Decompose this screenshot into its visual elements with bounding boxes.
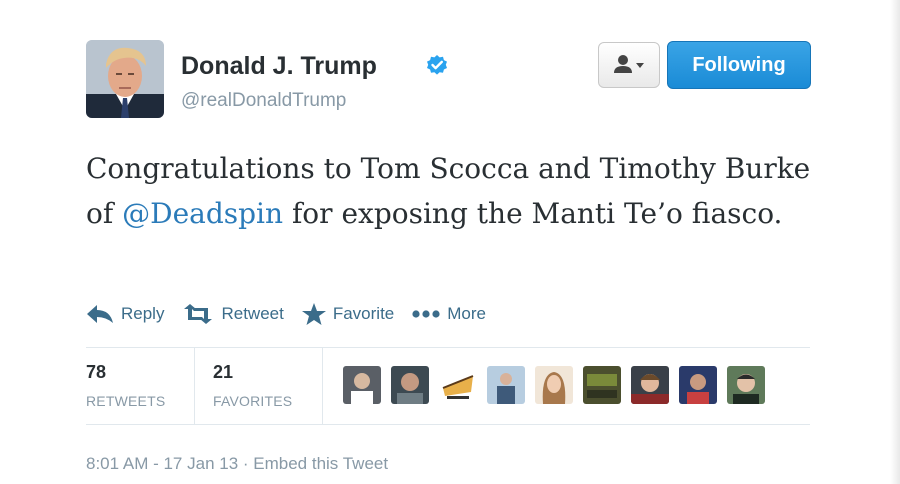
more-label: More — [447, 304, 486, 323]
retweet-icon — [184, 304, 213, 324]
favoriter-avatars — [343, 366, 775, 406]
chevron-down-icon — [636, 63, 644, 68]
window-edge — [890, 0, 900, 484]
avatar-image — [86, 40, 164, 118]
tweet-text-after: for exposing the Manti Te’o fiasco. — [283, 197, 783, 230]
stats-bottom-divider — [86, 424, 810, 425]
star-icon — [301, 303, 326, 325]
following-button[interactable]: Following — [667, 41, 811, 89]
favoriter-avatar[interactable] — [679, 366, 717, 404]
user-handle[interactable]: @realDonaldTrump — [181, 90, 346, 112]
user-actions-dropdown[interactable] — [598, 42, 660, 88]
favoriter-avatar[interactable] — [343, 366, 381, 404]
favoriter-avatar[interactable] — [391, 366, 429, 404]
favorite-action[interactable]: Favorite — [301, 303, 395, 325]
reply-icon — [87, 305, 113, 323]
favoriter-avatar[interactable] — [487, 366, 525, 404]
favorites-count: 21 — [213, 362, 234, 382]
favoriter-avatar[interactable] — [583, 366, 621, 404]
tweet-timestamp[interactable]: 8:01 AM - 17 Jan 13 — [86, 454, 238, 473]
favorites-stat[interactable]: 21 FAVORITES — [213, 362, 292, 409]
more-dots-icon — [412, 310, 440, 318]
favoriter-avatar[interactable] — [727, 366, 765, 404]
reply-label: Reply — [121, 304, 165, 323]
retweets-stat[interactable]: 78 RETWEETS — [86, 362, 165, 409]
mention-link[interactable]: @Deadspin — [122, 197, 283, 230]
tweet-stats: 78 RETWEETS 21 FAVORITES — [86, 348, 810, 424]
footer-separator: · — [238, 454, 254, 473]
retweet-action[interactable]: Retweet — [182, 304, 284, 324]
tweet-footer: 8:01 AM - 17 Jan 13 · Embed this Tweet — [86, 454, 388, 474]
stats-divider — [322, 348, 323, 424]
verified-badge-icon — [427, 55, 447, 75]
favoriter-avatar[interactable] — [631, 366, 669, 404]
favoriter-avatar[interactable] — [535, 366, 573, 404]
retweet-label: Retweet — [221, 304, 284, 323]
embed-tweet-link[interactable]: Embed this Tweet — [253, 454, 388, 473]
stats-divider — [194, 348, 195, 424]
favoriter-avatar[interactable] — [439, 366, 477, 404]
tweet-card: Donald J. Trump @realDonaldTrump Followi… — [0, 0, 900, 484]
favorite-label: Favorite — [332, 304, 395, 323]
more-action[interactable]: More — [412, 304, 486, 324]
retweets-label: RETWEETS — [86, 393, 166, 409]
display-name[interactable]: Donald J. Trump — [181, 52, 377, 81]
tweet-text: Congratulations to Tom Scocca and Timoth… — [86, 146, 826, 236]
reply-action[interactable]: Reply — [86, 304, 164, 324]
person-icon — [614, 55, 644, 73]
tweet-actions: Reply Retweet Favorite More — [86, 300, 504, 328]
retweets-count: 78 — [86, 362, 107, 382]
favorites-label: FAVORITES — [213, 393, 293, 409]
avatar[interactable] — [86, 40, 164, 118]
